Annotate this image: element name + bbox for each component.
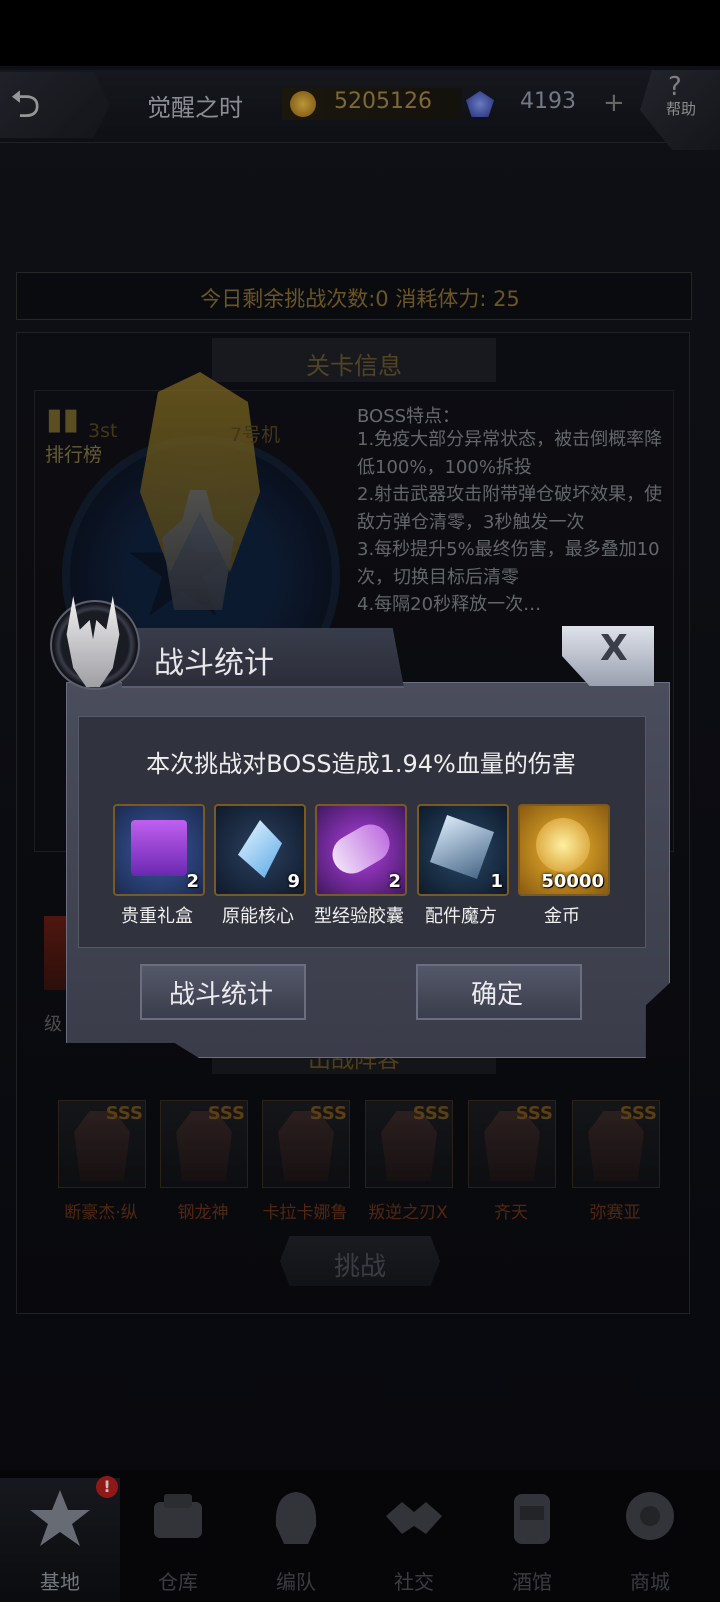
reward-item[interactable]: 1 — [417, 804, 509, 896]
reward-name: 原能核心 — [222, 906, 294, 927]
reward-name: 金币 — [544, 906, 580, 927]
reward-qty: 2 — [388, 871, 401, 892]
coin-pile-icon — [536, 818, 590, 872]
confirm-label: 确定 — [470, 980, 523, 1010]
reward-item[interactable]: 2 — [113, 804, 205, 896]
reward-qty: 1 — [490, 871, 503, 892]
damage-message: 本次挑战对BOSS造成1.94%血量的伤害 — [146, 750, 576, 778]
close-icon: X — [600, 628, 628, 669]
reward-qty: 9 — [287, 871, 300, 892]
reward-name: 型经验胶囊 — [314, 906, 404, 927]
crystal-core-icon — [238, 820, 282, 878]
reward-name: 配件魔方 — [425, 906, 497, 927]
gift-box-icon — [131, 820, 187, 876]
reward-item[interactable]: 9 — [214, 804, 306, 896]
capsule-icon — [325, 817, 397, 881]
reward-qty: 2 — [186, 871, 199, 892]
cube-icon — [429, 814, 495, 880]
battle-stats-label: 战斗统计 — [168, 980, 273, 1010]
reward-item[interactable]: 50000 — [518, 804, 610, 896]
reward-item[interactable]: 2 — [315, 804, 407, 896]
reward-qty: 50000 — [541, 871, 604, 892]
dialog-title: 战斗统计 — [154, 646, 274, 681]
reward-name: 贵重礼盒 — [121, 906, 193, 927]
